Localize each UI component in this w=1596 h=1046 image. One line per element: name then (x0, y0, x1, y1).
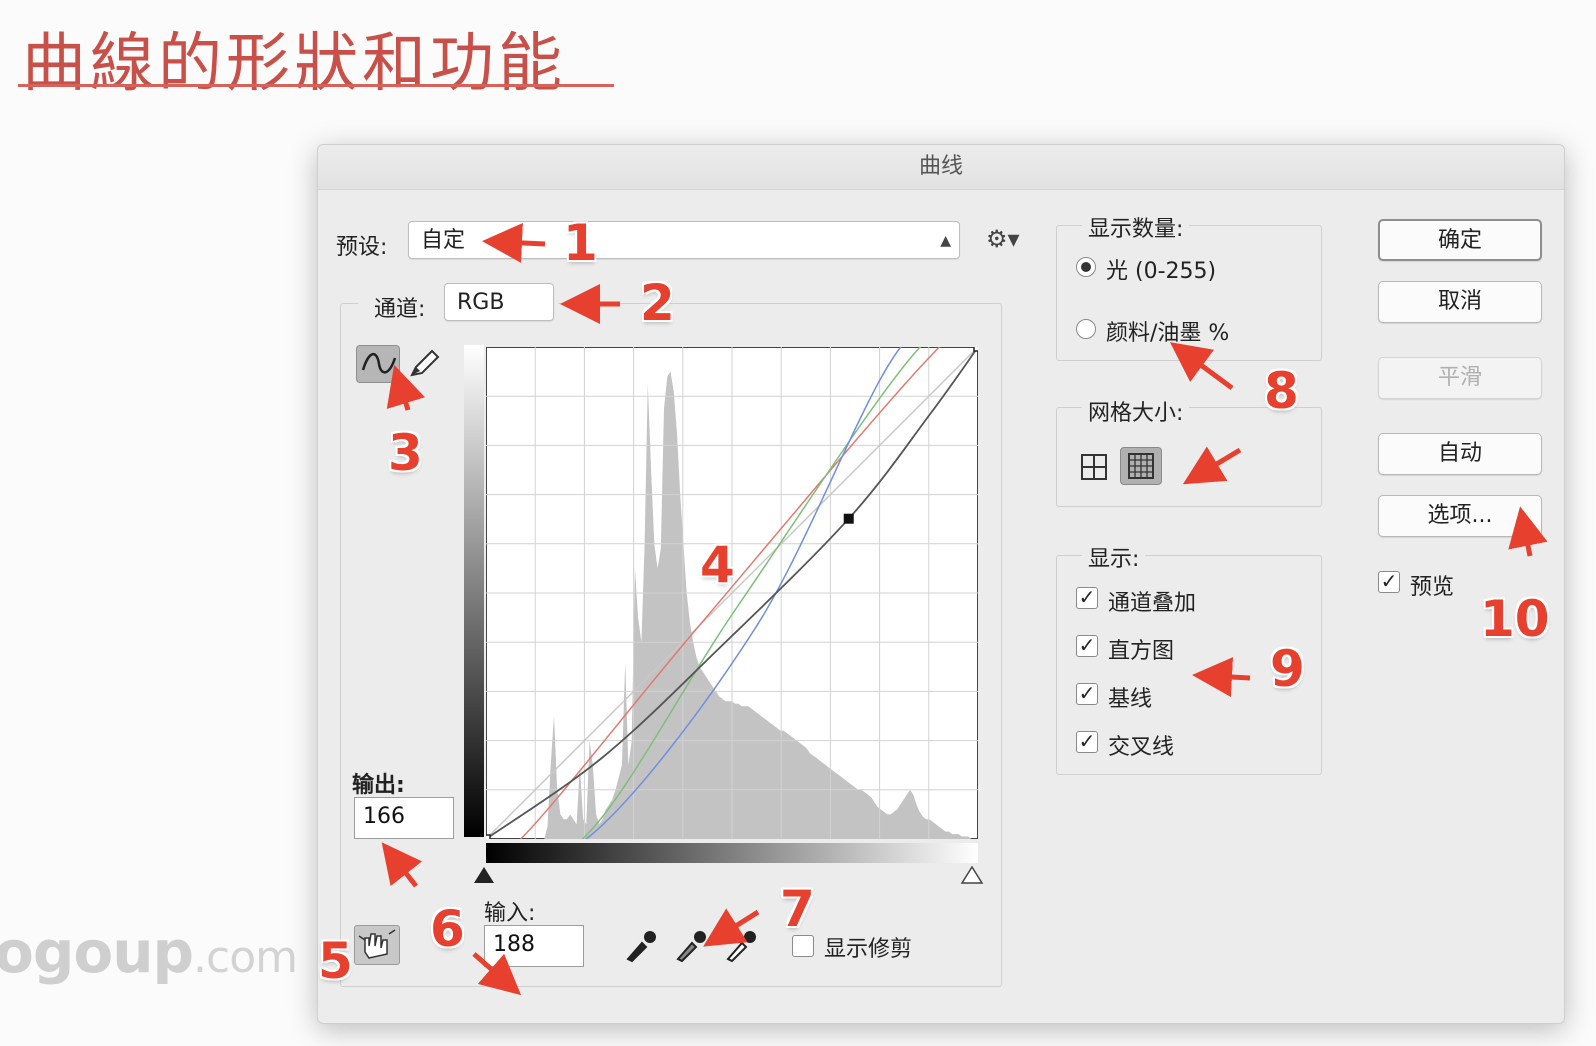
channel-value: RGB (457, 290, 505, 315)
hand-drag-icon (358, 929, 396, 959)
annotation-9: 9 (1270, 640, 1305, 698)
output-field[interactable]: 166 (354, 797, 454, 839)
grid-size-title: 网格大小: (1082, 395, 1190, 427)
histogram-checkbox[interactable]: ✓ (1076, 635, 1098, 657)
baseline-checkbox[interactable]: ✓ (1076, 683, 1098, 705)
gray-eyedropper-icon[interactable] (672, 927, 708, 963)
input-label: 输入: (484, 901, 536, 926)
light-radio[interactable] (1076, 257, 1096, 277)
preset-label: 预设: (336, 235, 388, 260)
curves-dialog: 曲线 预设: 自定 ▲ ⚙▾ 通道: RGB 输出: 166 输入: 188 显… (317, 144, 1565, 1024)
title-underline (18, 84, 614, 87)
show-amount-title: 显示数量: (1082, 211, 1190, 243)
intersection-line-checkbox[interactable]: ✓ (1076, 731, 1098, 753)
grid-detailed-button[interactable] (1120, 447, 1162, 485)
annotation-2: 2 (640, 274, 675, 332)
intersection-line-label: 交叉线 (1108, 735, 1175, 760)
curve-wave-icon (361, 353, 397, 374)
light-radio-label: 光 (0-255) (1106, 259, 1217, 284)
annotation-5: 5 (318, 932, 353, 990)
curve-point-tool[interactable] (356, 345, 400, 383)
black-endpoint (486, 834, 491, 839)
curve-control-point[interactable] (843, 513, 854, 524)
annotation-7: 7 (780, 880, 815, 938)
annotation-3: 3 (388, 424, 423, 482)
watermark-main: ogoup (0, 918, 194, 986)
watermark-suffix: .com (193, 932, 298, 983)
white-endpoint (973, 347, 978, 352)
auto-button[interactable]: 自动 (1378, 433, 1542, 475)
preview-checkbox[interactable]: ✓ (1378, 571, 1400, 593)
white-eyedropper-icon[interactable] (722, 927, 758, 963)
preset-select[interactable]: 自定 ▲ (408, 221, 960, 259)
preset-gear-icon[interactable]: ⚙▾ (986, 225, 1020, 253)
smooth-button[interactable]: 平滑 (1378, 357, 1542, 399)
show-clipping-label: 显示修剪 (824, 937, 913, 962)
annotation-10: 10 (1480, 590, 1550, 648)
annotation-6: 6 (430, 900, 465, 958)
channel-overlay-checkbox[interactable]: ✓ (1076, 587, 1098, 609)
channel-overlay-label: 通道叠加 (1108, 591, 1197, 616)
baseline-label: 基线 (1108, 687, 1153, 712)
grid-simple-button[interactable] (1074, 449, 1114, 485)
black-eyedropper-icon[interactable] (622, 927, 658, 963)
watermark: ogoup.com (0, 918, 298, 986)
grid-detailed-icon (1128, 453, 1154, 479)
grid-simple-icon (1081, 454, 1107, 480)
show-options-title: 显示: (1082, 541, 1146, 573)
white-point-slider-icon[interactable] (960, 865, 984, 885)
ok-button[interactable]: 确定 (1378, 219, 1542, 261)
cancel-button[interactable]: 取消 (1378, 281, 1542, 323)
output-label: 输出: (352, 773, 405, 798)
annotation-8: 8 (1264, 362, 1299, 420)
pigment-radio[interactable] (1076, 319, 1096, 339)
dialog-title: 曲线 (318, 145, 1564, 190)
histogram-label: 直方图 (1108, 639, 1175, 664)
preview-label: 预览 (1410, 575, 1455, 600)
pencil-tool[interactable] (402, 345, 444, 381)
select-arrows-icon: ▲ (940, 233, 951, 249)
show-clipping-checkbox[interactable] (792, 935, 814, 957)
channel-label: 通道: (374, 297, 426, 322)
output-gradient-bar (464, 345, 484, 837)
input-gradient-bar (486, 843, 978, 863)
pigment-radio-label: 颜料/油墨 % (1106, 321, 1230, 346)
channel-select[interactable]: RGB (444, 283, 554, 321)
targeted-adjustment-tool[interactable] (354, 925, 400, 965)
options-button[interactable]: 选项... (1378, 495, 1542, 537)
preset-value: 自定 (421, 228, 466, 253)
annotation-4: 4 (700, 536, 735, 594)
input-field[interactable]: 188 (484, 925, 584, 967)
pencil-icon (410, 349, 440, 377)
slide-title: 曲線的形狀和功能 (22, 27, 566, 101)
black-point-slider-icon[interactable] (472, 865, 496, 885)
annotation-1: 1 (563, 214, 598, 272)
